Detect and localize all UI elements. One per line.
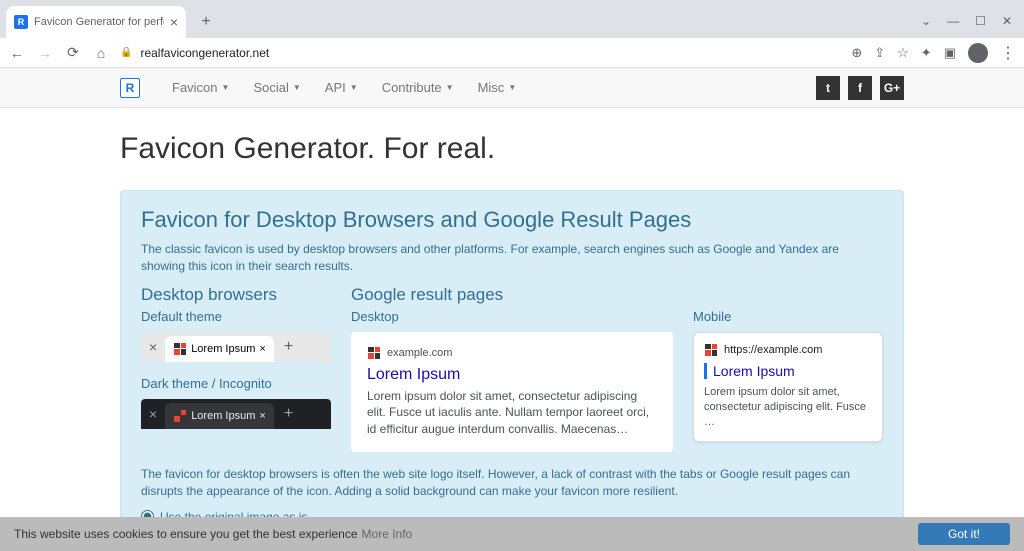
zoom-icon[interactable]: ⊕ <box>851 45 862 61</box>
google-desktop-heading: Desktop <box>351 309 673 324</box>
panel1-title: Favicon for Desktop Browsers and Google … <box>141 207 883 233</box>
panel-desktop-favicon: Favicon for Desktop Browsers and Google … <box>120 190 904 551</box>
google-pages-heading: Google result pages <box>351 285 673 305</box>
preview-plus-icon: + <box>274 338 303 356</box>
preview-plus-icon-dark: + <box>274 405 303 423</box>
facebook-icon[interactable]: f <box>848 76 872 100</box>
window-controls: ⌄ — ☐ ✕ <box>921 14 1024 38</box>
preview-tabstrip-light: × Lorem Ipsum × + <box>141 332 331 362</box>
apps-icon[interactable]: ▣ <box>944 45 956 61</box>
m-favicon-icon <box>704 343 718 357</box>
m-result-title: Lorem Ipsum <box>704 363 872 379</box>
panel1-note: The favicon for desktop browsers is ofte… <box>141 466 883 500</box>
cookie-banner: This website uses cookies to ensure you … <box>0 517 1024 551</box>
desktop-browsers-heading: Desktop browsers <box>141 285 331 305</box>
preview-tab-title-dark: Lorem Ipsum <box>191 410 255 422</box>
preview-favicon-icon <box>173 342 187 356</box>
g-favicon-icon <box>367 346 381 360</box>
nav-api[interactable]: API▼ <box>313 80 370 95</box>
bookmark-icon[interactable]: ☆ <box>897 45 909 61</box>
preview-close-icon: × <box>141 339 165 355</box>
g-url-text: example.com <box>387 347 452 359</box>
page-title: Favicon Generator. For real. <box>120 132 904 166</box>
dark-theme-heading: Dark theme / Incognito <box>141 376 331 391</box>
preview-close-icon-dark: × <box>141 406 165 422</box>
cookie-accept-button[interactable]: Got it! <box>918 523 1010 545</box>
google-mobile-preview: https://example.com Lorem Ipsum Lorem ip… <box>693 332 883 442</box>
tab-title: Favicon Generator for perfect ico <box>34 16 164 28</box>
address-bar[interactable]: 🔒 realfavicongenerator.net <box>120 46 841 60</box>
tab-close-icon[interactable]: × <box>170 14 178 30</box>
nav-contribute[interactable]: Contribute▼ <box>370 80 466 95</box>
nav-favicon[interactable]: Favicon▼ <box>160 80 241 95</box>
window-maximize-icon[interactable]: ☐ <box>975 14 986 28</box>
window-close-icon[interactable]: ✕ <box>1002 14 1012 28</box>
nav-misc[interactable]: Misc▼ <box>466 80 529 95</box>
tab-favicon: R <box>14 15 28 29</box>
chrome-tab-strip: R Favicon Generator for perfect ico × + … <box>0 0 1024 38</box>
m-result-desc: Lorem ipsum dolor sit amet, consectetur … <box>704 385 872 431</box>
reload-button[interactable]: ⟳ <box>64 44 82 61</box>
nav-social[interactable]: Social▼ <box>241 80 312 95</box>
site-logo[interactable]: R <box>120 78 140 98</box>
m-url-text: https://example.com <box>724 344 822 356</box>
g-result-title: Lorem Ipsum <box>367 366 657 384</box>
page-viewport[interactable]: R Favicon▼ Social▼ API▼ Contribute▼ Misc… <box>0 68 1024 551</box>
browser-tab[interactable]: R Favicon Generator for perfect ico × <box>6 6 186 38</box>
new-tab-button[interactable]: + <box>194 10 218 34</box>
chrome-toolbar: ← → ⟳ ⌂ 🔒 realfavicongenerator.net ⊕ ⇪ ☆… <box>0 38 1024 68</box>
preview-tab-title: Lorem Ipsum <box>191 343 255 355</box>
home-button[interactable]: ⌂ <box>92 45 110 61</box>
preview-tab-close-icon-dark: × <box>259 410 265 422</box>
window-dropdown-icon[interactable]: ⌄ <box>921 14 931 28</box>
google-mobile-heading: Mobile <box>693 309 883 324</box>
site-navbar: R Favicon▼ Social▼ API▼ Contribute▼ Misc… <box>0 68 1024 108</box>
gplus-icon[interactable]: G+ <box>880 76 904 100</box>
forward-button[interactable]: → <box>36 45 54 61</box>
share-icon[interactable]: ⇪ <box>874 45 885 61</box>
preview-tab-light: Lorem Ipsum × <box>165 336 274 362</box>
profile-avatar[interactable] <box>968 43 988 63</box>
lock-icon: 🔒 <box>120 47 132 58</box>
cookie-text: This website uses cookies to ensure you … <box>14 527 358 541</box>
back-button[interactable]: ← <box>8 45 26 61</box>
preview-tab-close-icon: × <box>259 343 265 355</box>
default-theme-heading: Default theme <box>141 309 331 324</box>
extensions-icon[interactable]: ✦ <box>921 45 932 61</box>
g-result-desc: Lorem ipsum dolor sit amet, consectetur … <box>367 388 657 438</box>
menu-icon[interactable]: ⋮ <box>1000 43 1016 63</box>
window-minimize-icon[interactable]: — <box>947 14 959 28</box>
preview-tabstrip-dark: × Lorem Ipsum × + <box>141 399 331 429</box>
cookie-more-link[interactable]: More Info <box>362 527 413 541</box>
twitter-icon[interactable]: t <box>816 76 840 100</box>
google-desktop-preview: example.com Lorem Ipsum Lorem ipsum dolo… <box>351 332 673 452</box>
preview-tab-dark: Lorem Ipsum × <box>165 403 274 429</box>
url-text: realfavicongenerator.net <box>140 46 269 60</box>
preview-favicon-icon-dark <box>173 409 187 423</box>
panel1-intro: The classic favicon is used by desktop b… <box>141 241 883 275</box>
